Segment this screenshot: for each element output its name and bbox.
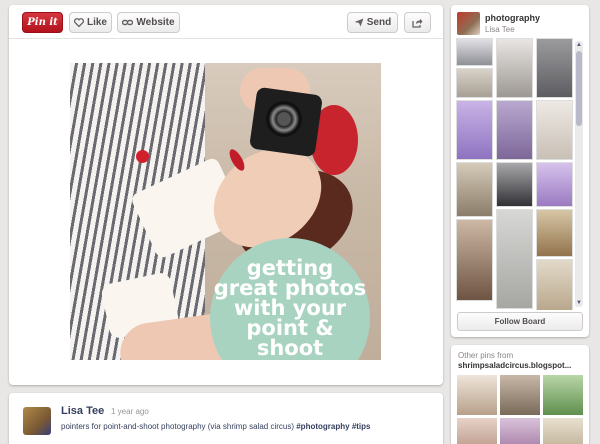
pin-it-button[interactable]: Pin it: [22, 12, 63, 33]
shirt-button: [136, 150, 149, 163]
board-pin[interactable]: [536, 209, 573, 257]
board-scrollbar[interactable]: ▲ ▼: [575, 41, 583, 307]
pin-toolbar: Pin it Like Website Send: [9, 5, 443, 39]
scroll-up-icon[interactable]: ▲: [575, 42, 583, 48]
like-label: Like: [86, 17, 107, 28]
website-button[interactable]: Website: [117, 12, 180, 33]
board-pin[interactable]: [496, 209, 533, 309]
send-icon: [354, 18, 364, 27]
board-pin[interactable]: [536, 38, 573, 98]
comment-time: 1 year ago: [111, 407, 149, 416]
hashtag-tips[interactable]: #tips: [352, 422, 371, 431]
scroll-down-icon[interactable]: ▼: [575, 300, 583, 306]
camera-lens: [266, 101, 302, 137]
other-pin[interactable]: [500, 418, 540, 444]
pin-it-label: Pin it: [27, 17, 58, 28]
avatar[interactable]: [23, 407, 51, 435]
board-pin[interactable]: [456, 68, 493, 98]
board-pin[interactable]: [456, 219, 493, 301]
share-icon: [412, 18, 423, 28]
board-column: [456, 38, 494, 303]
board-pin[interactable]: [536, 100, 573, 160]
other-pins-source[interactable]: shrimpsaladcircus.blogspot...: [458, 361, 584, 370]
hashtag-photography[interactable]: #photography: [296, 422, 349, 431]
board-pin[interactable]: [496, 100, 533, 160]
follow-board-button[interactable]: Follow Board: [457, 312, 583, 331]
comment-body: pointers for point-and-shoot photography…: [61, 422, 297, 431]
other-pin[interactable]: [500, 375, 540, 415]
send-label: Send: [366, 17, 392, 28]
share-button[interactable]: [404, 12, 431, 33]
board-column: [536, 38, 574, 310]
comment-text: pointers for point-and-shoot photography…: [61, 422, 370, 431]
board-pin[interactable]: [456, 38, 493, 66]
board-pin[interactable]: [536, 259, 573, 310]
board-pin[interactable]: [536, 162, 573, 207]
other-pins-label: Other pins from: [458, 351, 514, 360]
other-pin[interactable]: [457, 375, 497, 415]
website-label: Website: [136, 17, 175, 28]
board-title[interactable]: photography: [485, 13, 540, 23]
comment-author[interactable]: Lisa Tee: [61, 405, 104, 417]
heart-icon: [73, 18, 84, 27]
other-pin[interactable]: [543, 375, 583, 415]
pin-image[interactable]: getting great photos with your point & s…: [70, 63, 381, 360]
board-card: photography Lisa Tee ▲ ▼ Follow Board: [451, 5, 589, 337]
board-pin-grid: [456, 38, 574, 310]
board-column: [496, 38, 534, 310]
board-pin[interactable]: [496, 162, 533, 207]
other-pin[interactable]: [543, 418, 583, 444]
send-button[interactable]: Send: [347, 12, 398, 33]
other-pin[interactable]: [457, 418, 497, 444]
other-pins-card: Other pins from shrimpsaladcircus.blogsp…: [451, 345, 589, 444]
board-pin[interactable]: [456, 162, 493, 217]
board-pin[interactable]: [456, 100, 493, 160]
board-pin[interactable]: [496, 38, 533, 98]
link-icon: [122, 18, 134, 27]
scroll-thumb[interactable]: [576, 51, 582, 126]
like-button[interactable]: Like: [69, 12, 112, 33]
board-thumbnail[interactable]: [457, 12, 480, 35]
pin-card: Pin it Like Website Send getting great p…: [9, 5, 443, 385]
comment-card: Lisa Tee 1 year ago pointers for point-a…: [9, 393, 443, 444]
board-owner[interactable]: Lisa Tee: [485, 25, 515, 34]
overlay-text: getting great photos with your point & s…: [213, 256, 367, 360]
overlay-circle: getting great photos with your point & s…: [210, 238, 370, 360]
